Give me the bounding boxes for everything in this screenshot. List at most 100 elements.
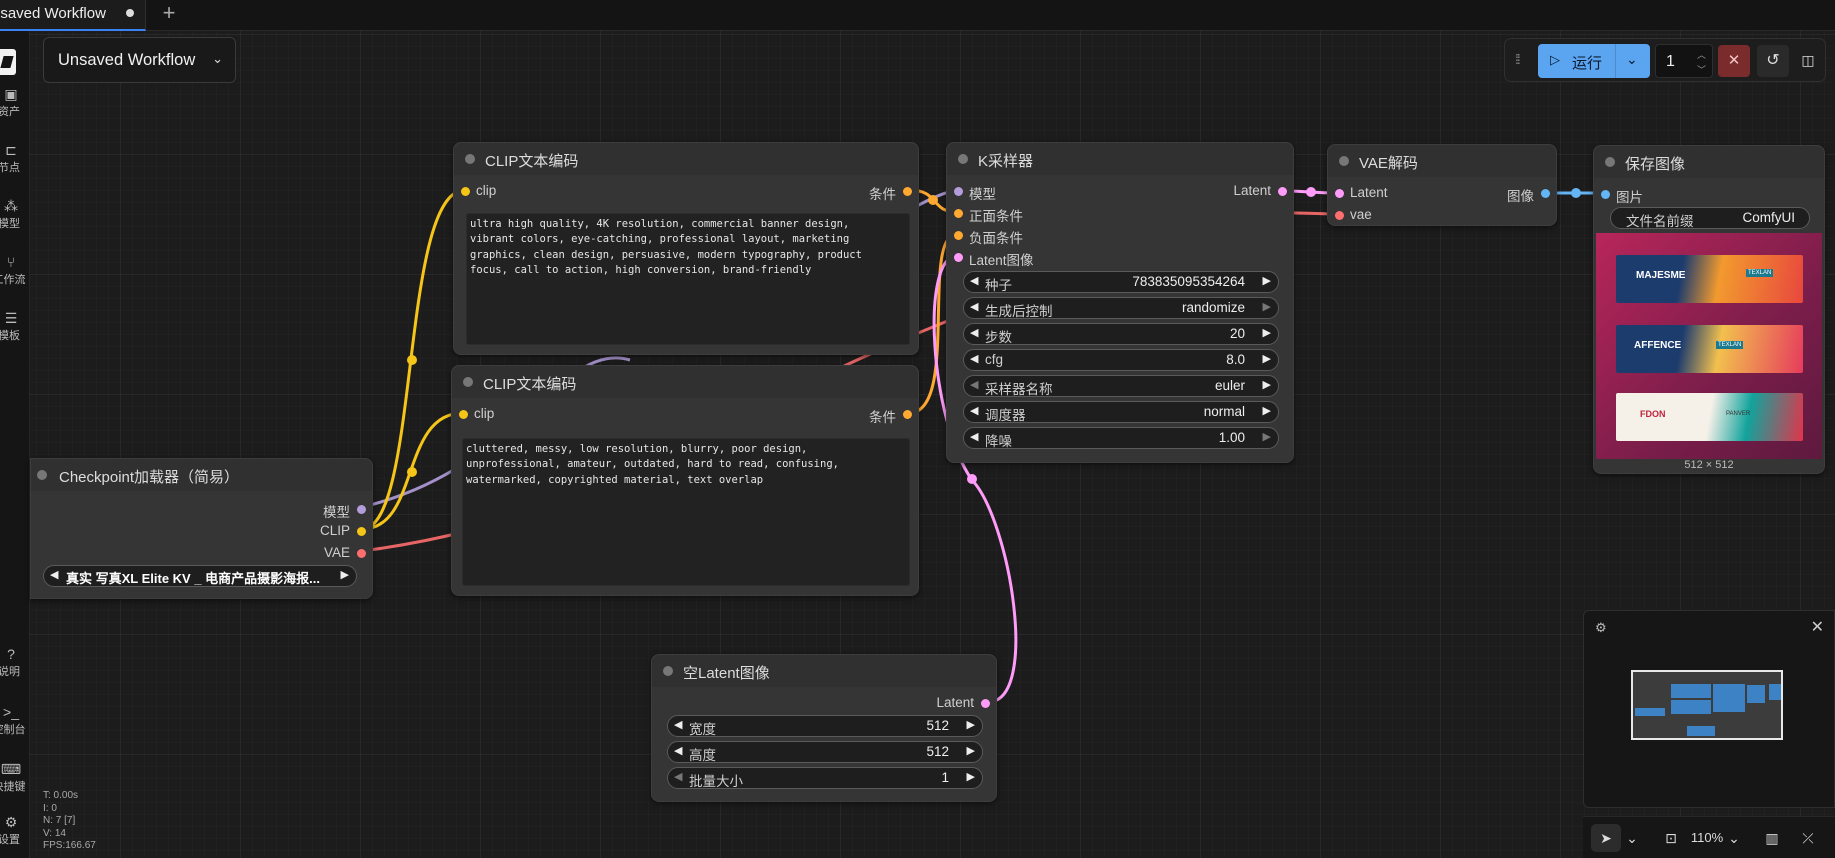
arrow-right-icon[interactable]: ▶ (967, 744, 975, 757)
chevron-down-icon[interactable]: ⌄ (1623, 824, 1641, 852)
arrow-right-icon[interactable]: ▶ (1263, 274, 1271, 287)
node-collapse-dot[interactable] (958, 154, 968, 164)
vae-input-slot[interactable] (1335, 211, 1344, 220)
filename-prefix-widget[interactable]: 文件名前缀 ComfyUI (1610, 207, 1810, 229)
chevron-up-icon[interactable]: ︿ (1697, 48, 1706, 61)
unsaved-dot-icon[interactable] (126, 9, 134, 17)
arrow-right-icon[interactable]: ▶ (967, 770, 975, 783)
clip-output-slot[interactable] (357, 527, 366, 536)
clip-input-slot[interactable] (459, 410, 468, 419)
node-header[interactable]: VAE解码 (1328, 145, 1556, 177)
model-input-slot[interactable] (954, 187, 963, 196)
arrow-left-icon[interactable]: ◀ (970, 352, 978, 365)
link-visibility-icon[interactable]: ⤫ (1795, 824, 1821, 852)
fit-view-icon[interactable]: ⊡ (1659, 824, 1683, 852)
arrow-right-icon[interactable]: ▶ (1263, 378, 1271, 391)
sidebar-item-nodes[interactable]: ⊏ 节点 (0, 141, 26, 175)
arrow-left-icon[interactable]: ◀ (970, 274, 978, 287)
sidebar-item-models[interactable]: ⁂ 模型 (0, 197, 26, 231)
node-header[interactable]: 保存图像 (1594, 146, 1824, 178)
cfg-widget[interactable]: ◀ cfg 8.0 ▶ (963, 349, 1279, 371)
height-widget[interactable]: ◀ 高度 512 ▶ (667, 741, 983, 763)
close-icon[interactable]: ✕ (1811, 617, 1824, 637)
arrow-right-icon[interactable]: ▶ (341, 568, 349, 581)
arrow-right-icon[interactable]: ▶ (1263, 300, 1271, 313)
node-collapse-dot[interactable] (1605, 157, 1615, 167)
checkpoint-loader-node[interactable]: Checkpoint加载器（简易） 模型 CLIP VAE ◀ 真实 写真XL … (30, 458, 373, 599)
zoom-level[interactable]: 110% (1689, 824, 1725, 852)
toggle-panel-button[interactable]: ◫ (1793, 45, 1823, 77)
queue-history-button[interactable]: ↺ (1757, 45, 1789, 77)
batch-count-input[interactable]: 1 ︿ ﹀ (1655, 44, 1713, 78)
minimap-panel[interactable]: ⚙ ✕ (1583, 610, 1835, 808)
select-tool-button[interactable]: ➤ (1591, 824, 1621, 852)
scheduler-widget[interactable]: ◀ 调度器 normal ▶ (963, 401, 1279, 423)
control-after-generate-widget[interactable]: ◀ 生成后控制 randomize ▶ (963, 297, 1279, 319)
arrow-left-icon[interactable]: ◀ (674, 744, 682, 757)
cancel-run-button[interactable]: ✕ (1718, 45, 1750, 77)
node-header[interactable]: 空Latent图像 (652, 655, 996, 687)
node-header[interactable]: CLIP文本编码 (452, 366, 918, 398)
drag-handle-icon[interactable]: ⁞⁞ (1515, 51, 1521, 67)
workflow-menu-button[interactable]: Unsaved Workflow ⌄ (43, 37, 236, 83)
node-header[interactable]: CLIP文本编码 (454, 143, 918, 175)
arrow-right-icon[interactable]: ▶ (1263, 352, 1271, 365)
empty-latent-image-node[interactable]: 空Latent图像 Latent ◀ 宽度 512 ▶ ◀ 高度 512 ▶ ◀… (651, 654, 997, 802)
seed-widget[interactable]: ◀ 种子 783835095354264 ▶ (963, 271, 1279, 293)
sidebar-item-assets[interactable]: ▣ 资产 (0, 85, 26, 119)
arrow-right-icon[interactable]: ▶ (1263, 326, 1271, 339)
conditioning-output-slot[interactable] (903, 187, 912, 196)
clip-text-encode-positive-node[interactable]: CLIP文本编码 clip 条件 ultra high quality, 4K … (453, 142, 919, 355)
sidebar-item-workflows[interactable]: ⑂ 工作流 (0, 253, 26, 287)
steps-widget[interactable]: ◀ 步数 20 ▶ (963, 323, 1279, 345)
sidebar-item-shortcuts[interactable]: ⌨ 快捷键 (0, 760, 26, 794)
filter-settings-icon[interactable]: ⚙ (1595, 620, 1607, 636)
save-image-node[interactable]: 保存图像 图片 文件名前缀 ComfyUI MAJESME TEXLAN AFF… (1593, 145, 1825, 474)
arrow-left-icon[interactable]: ◀ (970, 430, 978, 443)
sidebar-item-console[interactable]: >_ 控制台 (0, 703, 26, 737)
sidebar-item-templates[interactable]: ☰ 模板 (0, 309, 26, 343)
tab-workflow[interactable]: nsaved Workflow (0, 0, 146, 31)
conditioning-output-slot[interactable] (903, 410, 912, 419)
preview-image[interactable]: MAJESME TEXLAN AFFENCE TEXLAN FDON PANVE… (1596, 233, 1822, 459)
ksampler-node[interactable]: K采样器 模型 正面条件 负面条件 Latent图像 Latent ◀ 种子 7… (946, 142, 1294, 463)
arrow-left-icon[interactable]: ◀ (674, 770, 682, 783)
add-tab-icon[interactable]: + (156, 1, 182, 27)
vae-decode-node[interactable]: VAE解码 Latent vae 图像 (1327, 144, 1557, 226)
vae-output-slot[interactable] (357, 549, 366, 558)
prompt-textarea[interactable]: ultra high quality, 4K resolution, comme… (466, 213, 910, 345)
node-collapse-dot[interactable] (465, 154, 475, 164)
arrow-left-icon[interactable]: ◀ (674, 718, 682, 731)
node-collapse-dot[interactable] (37, 470, 47, 480)
chevron-down-icon[interactable]: ⌄ (1626, 51, 1638, 68)
latent-output-slot[interactable] (1278, 187, 1287, 196)
arrow-right-icon[interactable]: ▶ (1263, 430, 1271, 443)
width-widget[interactable]: ◀ 宽度 512 ▶ (667, 715, 983, 737)
arrow-left-icon[interactable]: ◀ (50, 568, 58, 581)
arrow-left-icon[interactable]: ◀ (970, 326, 978, 339)
samples-input-slot[interactable] (1335, 189, 1344, 198)
arrow-left-icon[interactable]: ◀ (970, 404, 978, 417)
arrow-left-icon[interactable]: ◀ (970, 378, 978, 391)
clip-input-slot[interactable] (461, 187, 470, 196)
image-output-slot[interactable] (1541, 189, 1550, 198)
ckpt-name-combo[interactable]: ◀ 真实 写真XL Elite KV _ 电商产品摄影海报... ▶ (43, 565, 357, 587)
chevron-down-icon[interactable]: ⌄ (1725, 824, 1743, 852)
model-output-slot[interactable] (357, 505, 366, 514)
node-collapse-dot[interactable] (463, 377, 473, 387)
prompt-textarea[interactable]: cluttered, messy, low resolution, blurry… (462, 438, 910, 586)
positive-input-slot[interactable] (954, 209, 963, 218)
sidebar-item-help[interactable]: ? 说明 (0, 645, 26, 679)
batch-size-widget[interactable]: ◀ 批量大小 1 ▶ (667, 767, 983, 789)
arrow-right-icon[interactable]: ▶ (1263, 404, 1271, 417)
node-header[interactable]: Checkpoint加载器（简易） (31, 459, 372, 491)
node-collapse-dot[interactable] (663, 666, 673, 676)
latent-input-slot[interactable] (954, 253, 963, 262)
images-input-slot[interactable] (1601, 190, 1610, 199)
arrow-left-icon[interactable]: ◀ (970, 300, 978, 313)
latent-output-slot[interactable] (981, 699, 990, 708)
node-header[interactable]: K采样器 (947, 143, 1293, 175)
denoise-widget[interactable]: ◀ 降噪 1.00 ▶ (963, 427, 1279, 449)
minimap-toggle-icon[interactable]: ▥ (1759, 824, 1785, 852)
clip-text-encode-negative-node[interactable]: CLIP文本编码 clip 条件 cluttered, messy, low r… (451, 365, 919, 596)
